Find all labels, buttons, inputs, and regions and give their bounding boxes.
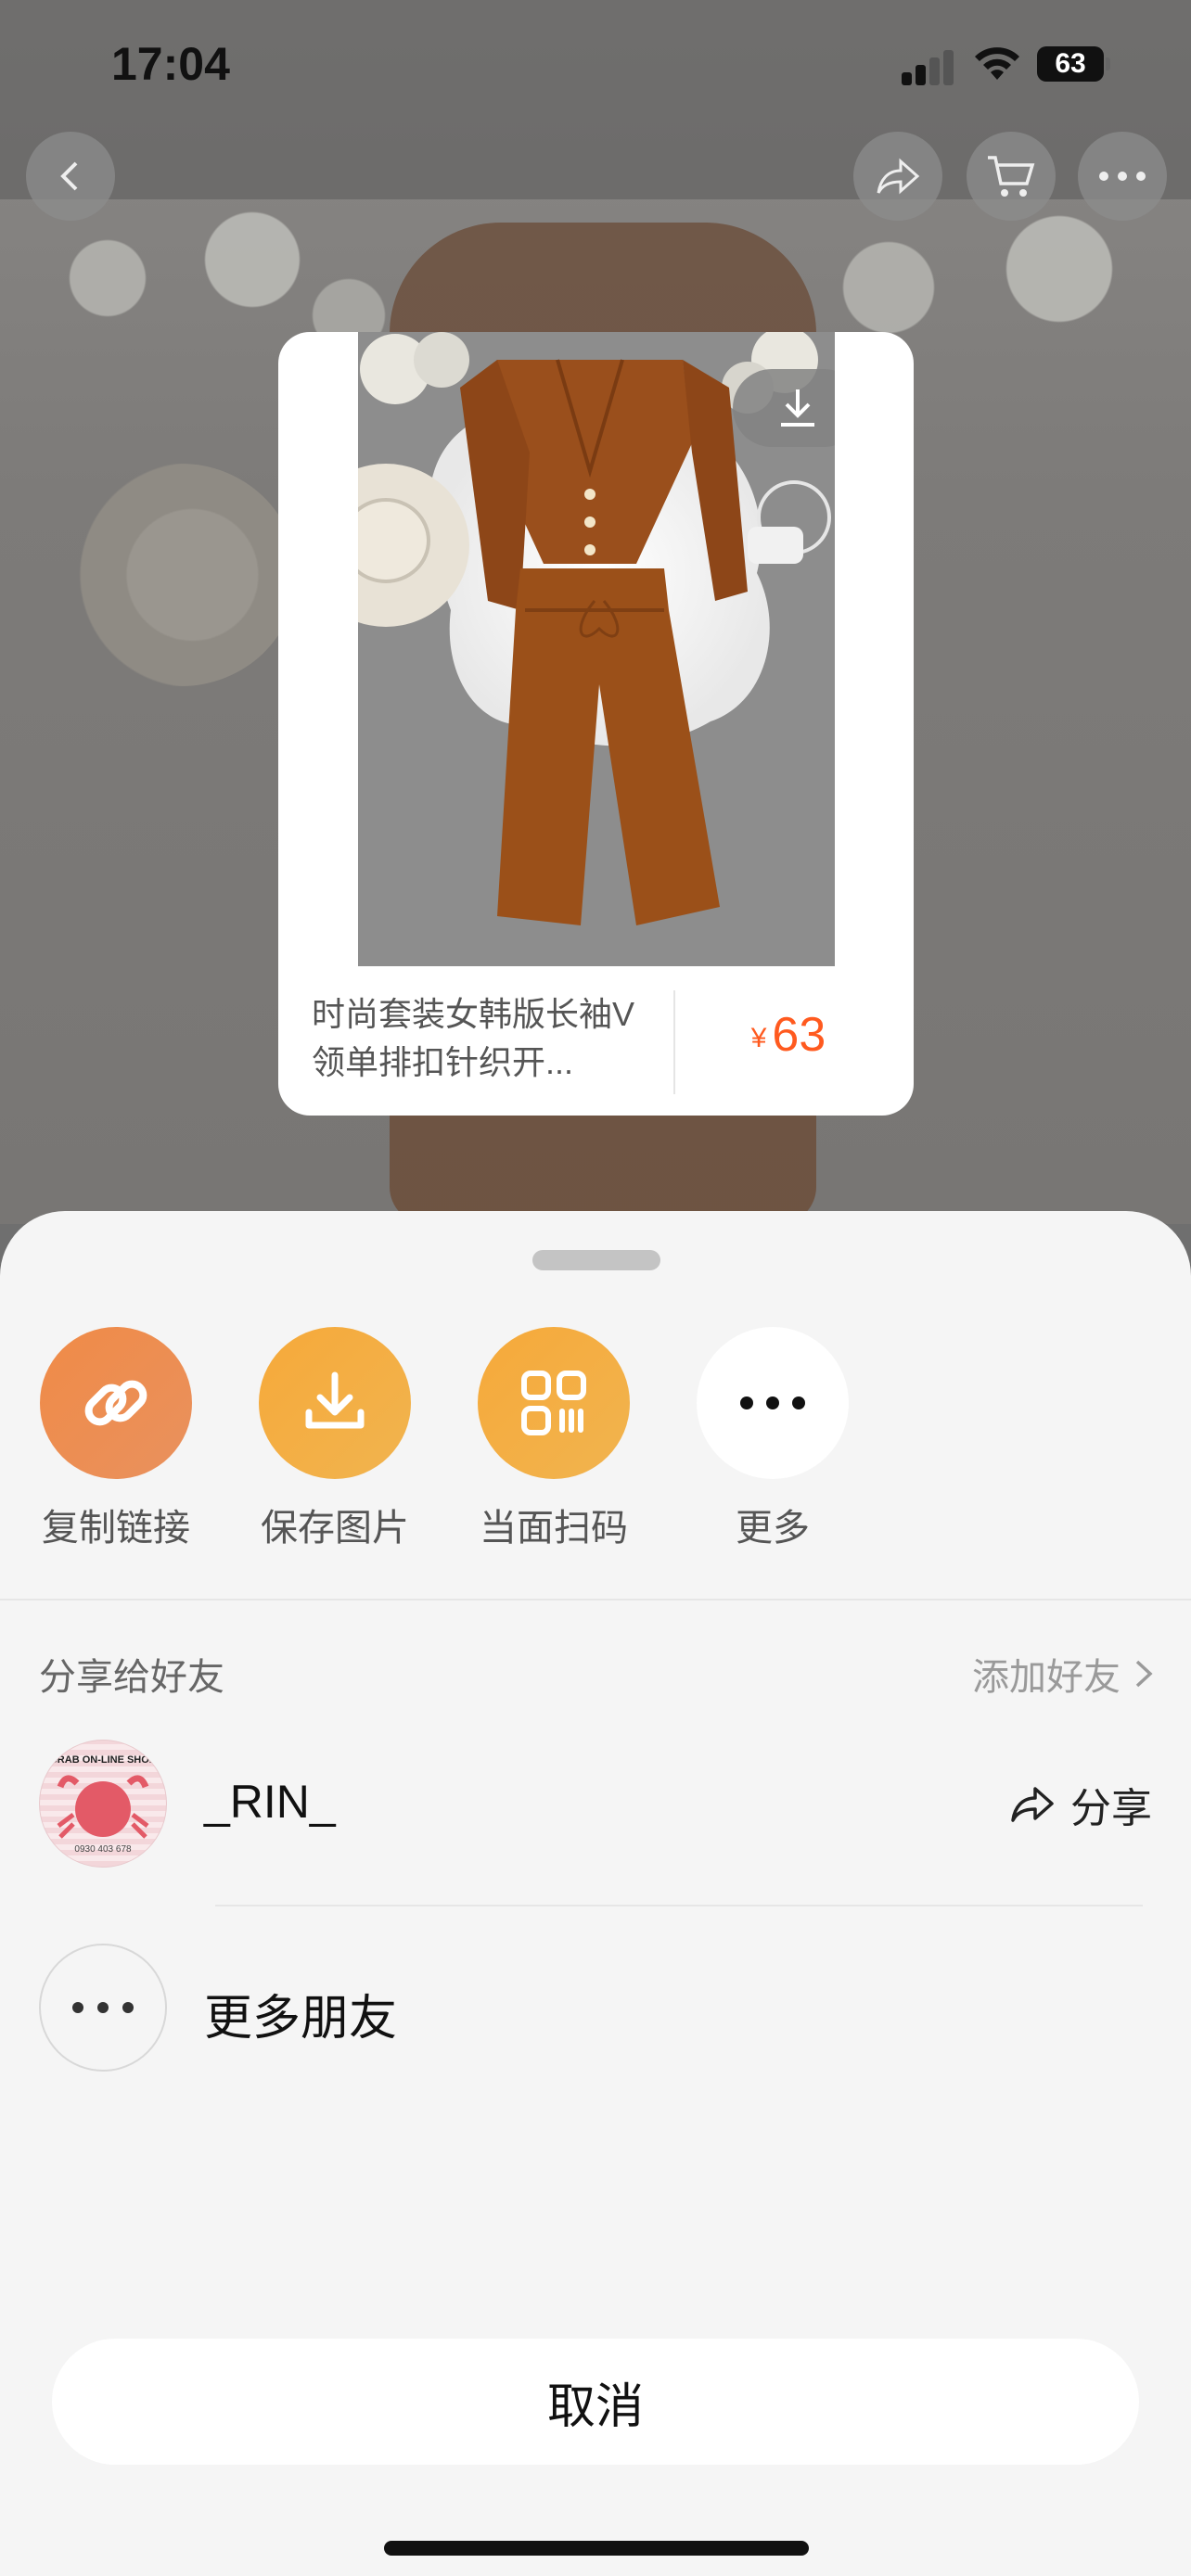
contact-row[interactable]: CRAB ON-LINE SHOP 0930 403 678 _RIN_ 分享 bbox=[39, 1740, 1152, 1869]
cart-icon bbox=[988, 156, 1035, 197]
share-actions-row: 复制链接 保存图片 当面扫码 更多 bbox=[0, 1327, 1191, 1549]
save-image-label: 保存图片 bbox=[261, 1508, 409, 1549]
download-icon bbox=[305, 1371, 365, 1429]
more-icon bbox=[740, 1396, 805, 1409]
price-value: 63 bbox=[772, 1008, 826, 1062]
contact-name: _RIN_ bbox=[204, 1776, 336, 1828]
section-divider bbox=[0, 1599, 1191, 1600]
product-image bbox=[358, 332, 835, 966]
avatar[interactable]: CRAB ON-LINE SHOP 0930 403 678 bbox=[39, 1740, 167, 1868]
copy-link-circle[interactable] bbox=[40, 1327, 192, 1479]
chevron-left-icon bbox=[60, 161, 78, 191]
add-friend-link[interactable]: 添加好友 bbox=[972, 1647, 1154, 1701]
svg-text:CRAB ON-LINE SHOP: CRAB ON-LINE SHOP bbox=[50, 1754, 156, 1766]
share-sheet: 复制链接 保存图片 当面扫码 更多 分享给好友 添加好友 CRAB ON-LIN… bbox=[0, 1211, 1191, 2576]
home-indicator[interactable] bbox=[384, 2541, 809, 2556]
more-friends-label: 更多朋友 bbox=[204, 1992, 398, 2046]
contact-divider bbox=[215, 1905, 1143, 1906]
cancel-button[interactable]: 取消 bbox=[52, 2339, 1139, 2465]
more-icon bbox=[72, 2002, 134, 2013]
more-action-circle[interactable] bbox=[697, 1327, 849, 1479]
status-time: 17:04 bbox=[111, 38, 230, 90]
download-icon bbox=[781, 389, 814, 427]
copy-link-action[interactable]: 复制链接 bbox=[28, 1327, 204, 1551]
back-button[interactable] bbox=[26, 132, 115, 221]
price-currency: ¥ bbox=[750, 1023, 767, 1053]
share-to-friends-title: 分享给好友 bbox=[39, 1657, 224, 1698]
share-icon bbox=[877, 158, 920, 195]
share-button-label: 分享 bbox=[1070, 1786, 1152, 1831]
add-friend-label: 添加好友 bbox=[972, 1657, 1121, 1698]
share-nav-button[interactable] bbox=[853, 132, 942, 221]
card-divider bbox=[673, 990, 675, 1094]
crab-logo-icon: CRAB ON-LINE SHOP 0930 403 678 bbox=[50, 1754, 156, 1855]
chevron-right-icon bbox=[1135, 1660, 1153, 1688]
cellular-signal-icon bbox=[902, 48, 957, 85]
status-bar: 17:04 63 bbox=[0, 0, 1191, 130]
product-share-card[interactable]: 时尚套装女韩版长袖V领单排扣针织开... ¥63 bbox=[278, 332, 914, 1116]
sheet-drag-handle[interactable] bbox=[532, 1250, 660, 1270]
more-friends-circle[interactable] bbox=[39, 1944, 167, 2072]
scan-code-circle[interactable] bbox=[478, 1327, 630, 1479]
qr-code-icon bbox=[521, 1371, 586, 1435]
link-icon bbox=[84, 1380, 147, 1426]
cart-button[interactable] bbox=[967, 132, 1056, 221]
share-to-contact-button[interactable]: 分享 bbox=[1009, 1775, 1152, 1834]
product-price: ¥63 bbox=[677, 1007, 900, 1063]
more-action[interactable]: 更多 bbox=[685, 1327, 861, 1551]
more-friends-row[interactable]: 更多朋友 bbox=[39, 1944, 781, 2073]
more-nav-button[interactable] bbox=[1078, 132, 1167, 221]
save-image-circle[interactable] bbox=[259, 1327, 411, 1479]
more-action-label: 更多 bbox=[736, 1508, 810, 1549]
product-title: 时尚套装女韩版长袖V领单排扣针织开... bbox=[312, 995, 635, 1081]
share-icon bbox=[1011, 1787, 1054, 1822]
battery-indicator: 63 bbox=[1037, 46, 1110, 82]
scan-code-label: 当面扫码 bbox=[480, 1508, 628, 1549]
wifi-icon bbox=[975, 47, 1019, 80]
more-icon bbox=[1099, 172, 1146, 181]
save-image-action[interactable]: 保存图片 bbox=[247, 1327, 423, 1551]
svg-text:0930 403 678: 0930 403 678 bbox=[74, 1844, 132, 1855]
background-hat bbox=[65, 464, 297, 686]
copy-link-label: 复制链接 bbox=[42, 1508, 190, 1549]
scan-code-action[interactable]: 当面扫码 bbox=[466, 1327, 642, 1551]
save-image-chip[interactable] bbox=[733, 369, 835, 447]
